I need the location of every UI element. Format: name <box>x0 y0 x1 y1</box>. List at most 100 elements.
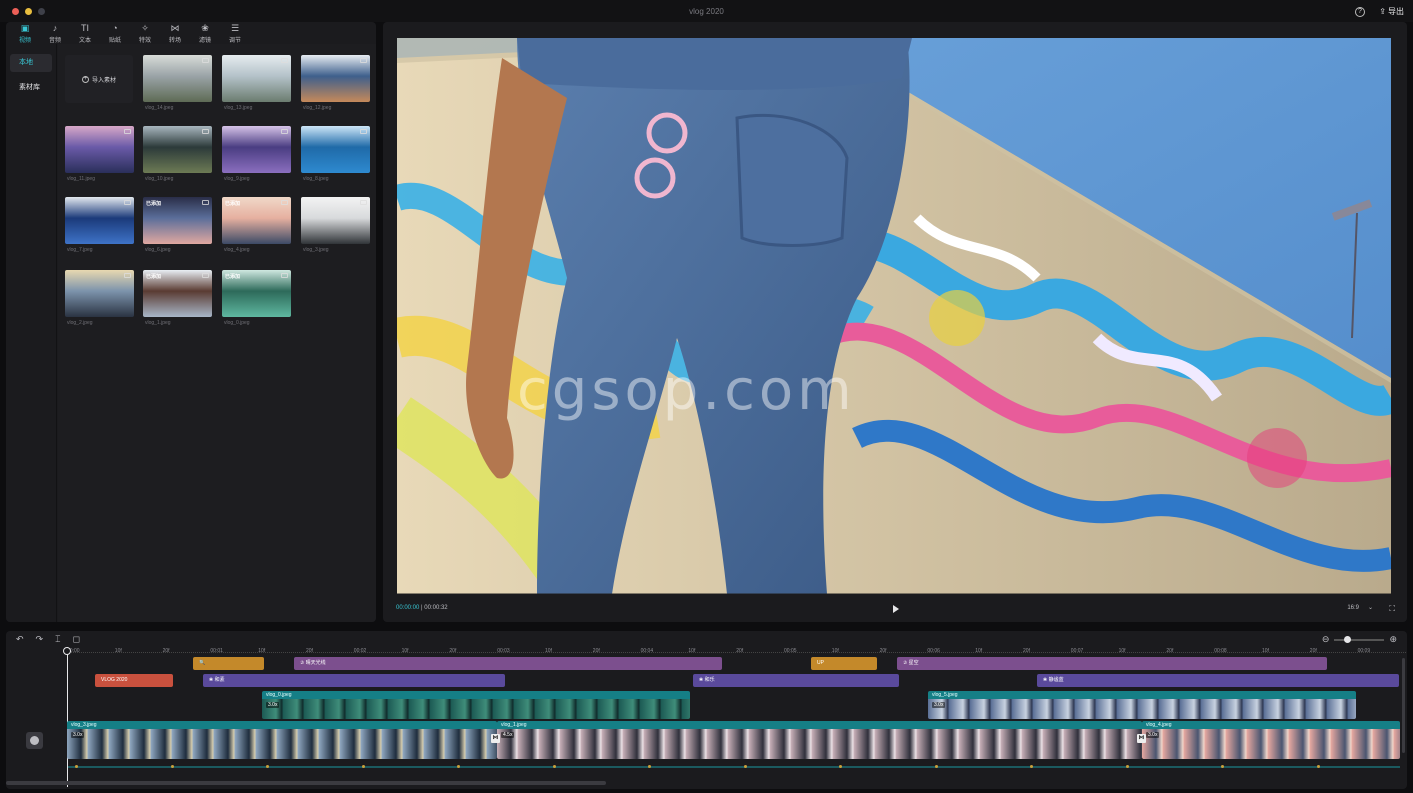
tab-adjust[interactable]: ☰ 调节 <box>220 22 250 45</box>
text-clip[interactable]: VLOG 2020 <box>95 674 173 687</box>
ruler-label: 20f <box>306 648 313 654</box>
playhead-handle[interactable] <box>63 647 71 655</box>
aspect-ratio-select[interactable]: 16:9 <box>1347 605 1359 611</box>
added-badge: 已添加 <box>225 201 241 207</box>
tab-audio[interactable]: ♪ 音频 <box>40 22 70 45</box>
undo-icon[interactable]: ↶ <box>16 634 24 645</box>
split-icon[interactable]: ⌶ <box>55 634 60 645</box>
video-clip[interactable]: vlog_3.jpeg 3.0x <box>67 721 497 759</box>
media-filename: vlog_2.jpeg <box>67 320 93 326</box>
zoom-out-icon[interactable]: ⊖ <box>1322 634 1330 645</box>
media-thumbnail[interactable] <box>222 126 291 173</box>
effect-clip[interactable]: UP <box>811 657 877 670</box>
category-toolbar: ▣ 视频 ♪ 音频 TI 文本 ◔ 贴纸 ✧ 特效 ⋈ 转场 ❀ 滤镜 ☰ 调节 <box>6 22 376 45</box>
timeline-vertical-scrollbar[interactable] <box>1402 658 1405 753</box>
text-clip[interactable]: ❀ 静谧蓝 <box>1037 674 1399 687</box>
audio-beat-marker <box>1030 765 1033 768</box>
video-preview[interactable]: cgsop.com <box>397 38 1391 594</box>
video-icon: ▣ <box>20 23 30 33</box>
tab-sticker[interactable]: ◔ 贴纸 <box>100 22 130 45</box>
ruler-label: 10f <box>545 648 552 654</box>
media-thumbnail[interactable]: 已添加 <box>143 197 212 244</box>
ruler-label: 00:01 <box>210 648 223 654</box>
playhead-line[interactable] <box>67 647 68 787</box>
text-clip[interactable]: ❀ 和素 <box>203 674 505 687</box>
effect-clip[interactable]: ✰ 星空 <box>897 657 1327 670</box>
media-thumbnail[interactable] <box>301 55 370 102</box>
time-ruler[interactable]: 00:00 10f 20f 00:01 10f 20f 00:02 10f 20f 00:03 10… <box>6 647 1407 657</box>
timeline-panel: ↶ ↷ ⌶ ◻ ⊖ ⊕ 00:00 10f 20f 00:01 10f 20f 00:02 1… <box>6 631 1407 789</box>
video-clip[interactable]: vlog_0.jpeg 3.0x <box>262 691 690 719</box>
import-media-button[interactable]: + 导入素材 <box>65 55 133 103</box>
zoom-slider[interactable] <box>1334 635 1385 643</box>
transition-icon: ⋈ <box>170 23 180 33</box>
media-thumbnail[interactable]: 已添加 <box>222 197 291 244</box>
main-track-toggle[interactable] <box>26 732 43 749</box>
video-clip[interactable]: vlog_5.jpeg 3.0x <box>928 691 1356 719</box>
media-thumbnail[interactable] <box>143 55 212 102</box>
audio-beat-marker <box>266 765 269 768</box>
effect-clip[interactable]: 🔍 <box>193 657 264 670</box>
export-label: 导出 <box>1388 7 1404 16</box>
media-filename: vlog_6.jpeg <box>145 247 171 253</box>
tab-label: 贴纸 <box>108 38 121 44</box>
media-thumbnail[interactable]: 已添加 <box>143 270 212 317</box>
delete-icon[interactable]: ◻ <box>73 634 80 645</box>
zoom-slider-knob[interactable] <box>1344 635 1352 643</box>
audio-beat-marker <box>170 765 174 768</box>
ruler-label: 00:04 <box>640 648 654 654</box>
sidebar-item-library[interactable]: 素材库 <box>10 79 52 97</box>
clip-name: vlog_0.jpeg <box>262 691 690 699</box>
media-filename: vlog_13.jpeg <box>224 105 253 111</box>
media-thumbnail[interactable] <box>65 126 134 173</box>
fullscreen-icon[interactable]: ⛶ <box>1389 604 1395 614</box>
play-icon[interactable] <box>893 605 899 613</box>
tab-video[interactable]: ▣ 视频 <box>10 22 40 45</box>
media-filename: vlog_4.jpeg <box>224 247 250 253</box>
text-clip[interactable]: ❀ 和乐 <box>693 674 899 687</box>
tab-transition[interactable]: ⋈ 转场 <box>160 22 190 45</box>
image-type-icon <box>360 129 367 134</box>
tab-text[interactable]: TI 文本 <box>70 22 100 45</box>
playback-time: 00:00:00 | 00:00:32 <box>396 605 448 611</box>
sidebar-item-local[interactable]: 本地 <box>10 54 52 72</box>
ruler-label: 20f <box>592 648 600 654</box>
video-clip[interactable]: vlog_1.jpeg 4.5x <box>497 721 1142 759</box>
tab-label: 音频 <box>48 38 61 44</box>
ruler-label: 10f <box>114 648 122 654</box>
clip-name: vlog_5.jpeg <box>928 691 1356 699</box>
image-type-icon <box>281 129 288 134</box>
transition-icon[interactable]: ⋈ <box>491 734 500 743</box>
media-panel: ▣ 视频 ♪ 音频 TI 文本 ◔ 贴纸 ✧ 特效 ⋈ 转场 ❀ 滤镜 ☰ 调节 本地 素材库 + 导入素材 … <box>6 22 376 622</box>
media-thumbnail[interactable]: 已添加 <box>222 270 291 317</box>
audio-beat-marker <box>1125 765 1129 768</box>
added-badge: 已添加 <box>225 274 241 280</box>
image-type-icon <box>281 200 288 205</box>
media-thumbnail[interactable] <box>143 126 212 173</box>
media-sidebar: 本地 素材库 <box>6 44 57 622</box>
audio-track[interactable] <box>67 765 1400 768</box>
tab-effects[interactable]: ✧ 特效 <box>130 22 160 45</box>
redo-icon[interactable]: ↷ <box>36 634 44 645</box>
media-thumbnail[interactable] <box>301 126 370 173</box>
media-thumbnail[interactable] <box>65 197 134 244</box>
zoom-in-icon[interactable]: ⊕ <box>1389 634 1397 645</box>
media-thumbnail[interactable] <box>222 55 291 102</box>
video-clip[interactable]: vlog_4.jpeg 3.0x <box>1142 721 1400 759</box>
effect-clip[interactable]: ✰ 晴天光线 <box>294 657 722 670</box>
tab-label: 特效 <box>138 38 151 44</box>
export-button[interactable]: ⇪ 导出 <box>1376 5 1407 18</box>
media-thumbnail[interactable] <box>65 270 134 317</box>
timeline-horizontal-scrollbar[interactable] <box>6 781 606 785</box>
preview-panel: cgsop.com 00:00:00 | 00:00:32 16:9 ⌄ ⛶ <box>383 22 1407 622</box>
help-icon[interactable]: ? <box>1355 7 1365 17</box>
tab-filter[interactable]: ❀ 滤镜 <box>190 22 220 45</box>
media-thumbnail[interactable] <box>301 197 370 244</box>
audio-beat-marker <box>743 765 747 768</box>
clip-frames <box>1142 729 1400 759</box>
transition-icon[interactable]: ⋈ <box>1137 734 1146 743</box>
total-time: 00:00:32 <box>424 605 448 611</box>
chevron-down-icon[interactable]: ⌄ <box>1368 604 1373 611</box>
ruler-label: 00:03 <box>497 648 510 654</box>
ruler-label: 00:07 <box>1070 648 1084 654</box>
